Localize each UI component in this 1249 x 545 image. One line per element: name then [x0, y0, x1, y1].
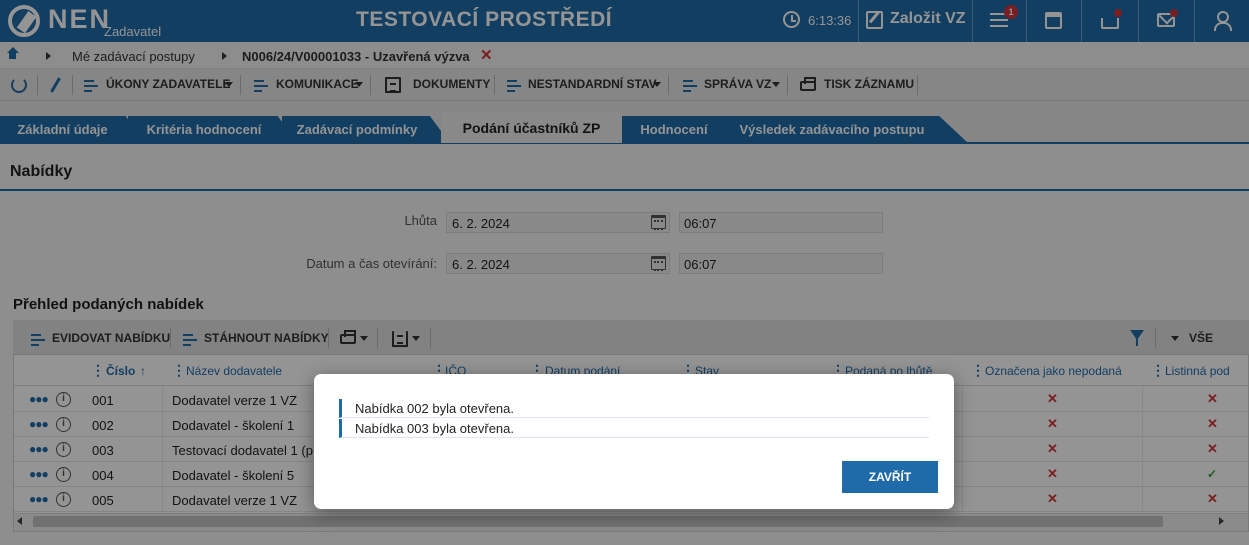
message-dialog: Nabídka 002 byla otevřena. Nabídka 003 b…	[314, 374, 954, 509]
message-item: Nabídka 002 byla otevřena.	[339, 399, 929, 418]
message-item: Nabídka 003 byla otevřena.	[339, 419, 929, 438]
close-dialog-button[interactable]: ZAVŘÍT	[842, 461, 938, 493]
